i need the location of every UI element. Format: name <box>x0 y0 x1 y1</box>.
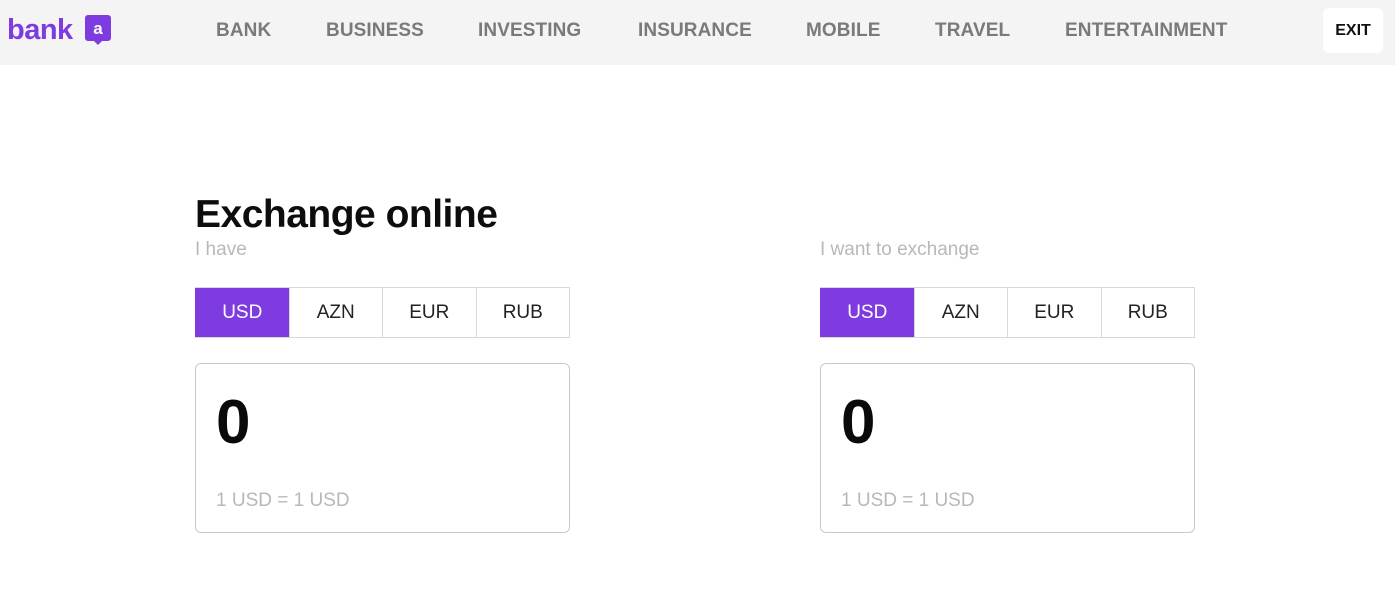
have-currency-selector: USD AZN EUR RUB <box>195 287 570 338</box>
nav-item-bank[interactable]: BANK <box>216 20 271 42</box>
exit-button[interactable]: EXIT <box>1323 8 1383 53</box>
have-currency-eur[interactable]: EUR <box>382 288 476 337</box>
want-amount-value[interactable]: 0 <box>841 392 875 454</box>
nav-item-insurance[interactable]: INSURANCE <box>638 20 752 42</box>
want-currency-eur[interactable]: EUR <box>1007 288 1101 337</box>
have-currency-azn[interactable]: AZN <box>288 288 382 337</box>
nav-item-travel[interactable]: TRAVEL <box>935 20 1010 42</box>
nav-item-business[interactable]: BUSINESS <box>326 20 424 42</box>
want-currency-usd[interactable]: USD <box>820 288 914 337</box>
want-rate-text: 1 USD = 1 USD <box>841 490 975 511</box>
want-currency-rub[interactable]: RUB <box>1100 288 1194 337</box>
page-title: Exchange online <box>195 193 498 236</box>
want-label: I want to exchange <box>820 239 980 260</box>
have-currency-usd[interactable]: USD <box>195 288 289 337</box>
nav-item-mobile[interactable]: MOBILE <box>806 20 881 42</box>
nav-item-investing[interactable]: INVESTING <box>478 20 581 42</box>
top-navigation-bar: bank a BANK BUSINESS INVESTING INSURANCE… <box>0 0 1395 65</box>
have-amount-value[interactable]: 0 <box>216 392 250 454</box>
have-amount-input[interactable]: 0 1 USD = 1 USD <box>195 363 570 533</box>
main-nav: BANK BUSINESS INVESTING INSURANCE MOBILE… <box>0 20 1395 42</box>
nav-item-entertainment[interactable]: ENTERTAINMENT <box>1065 20 1227 42</box>
want-currency-selector: USD AZN EUR RUB <box>820 287 1195 338</box>
have-rate-text: 1 USD = 1 USD <box>216 490 350 511</box>
have-currency-rub[interactable]: RUB <box>475 288 569 337</box>
want-amount-input[interactable]: 0 1 USD = 1 USD <box>820 363 1195 533</box>
have-label: I have <box>195 239 247 260</box>
want-currency-azn[interactable]: AZN <box>913 288 1007 337</box>
